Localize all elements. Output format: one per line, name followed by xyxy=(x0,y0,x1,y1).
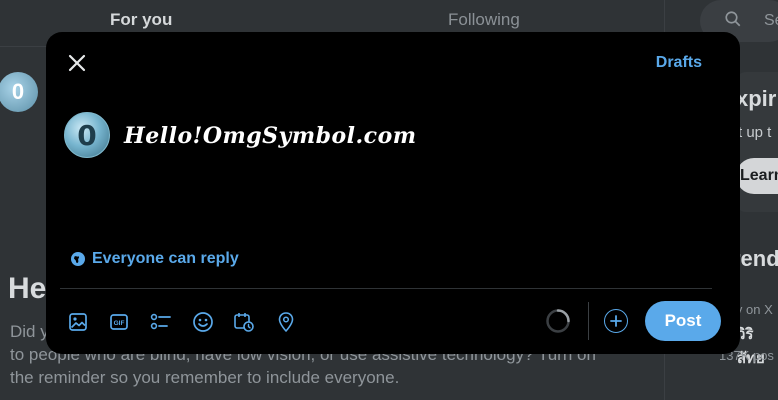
globe-icon xyxy=(71,252,85,266)
post-button[interactable]: Post xyxy=(645,301,721,341)
schedule-icon[interactable] xyxy=(233,311,255,333)
close-icon xyxy=(68,54,86,72)
search-placeholder: Se xyxy=(764,12,778,29)
emoji-icon[interactable] xyxy=(192,311,214,333)
reply-setting-label: Everyone can reply xyxy=(92,250,239,267)
search-icon xyxy=(724,10,742,33)
toolbar-separator xyxy=(588,302,589,340)
tab-for-you[interactable]: For you xyxy=(110,10,172,30)
location-icon[interactable] xyxy=(275,311,297,333)
compose-modal: Drafts 0 Hello!OmgSymbol.com Everyone ca… xyxy=(46,32,740,354)
drafts-button[interactable]: Drafts xyxy=(656,54,702,72)
learn-more-button[interactable]: Learn xyxy=(736,158,778,194)
premium-card: xpir t up t Learn xyxy=(736,72,778,212)
close-button[interactable] xyxy=(64,50,90,76)
reply-setting-button[interactable]: Everyone can reply xyxy=(70,250,239,268)
background-avatar: 0 xyxy=(0,72,38,112)
avatar[interactable]: 0 xyxy=(64,112,110,158)
premium-card-subtitle: t up t xyxy=(738,124,772,141)
poll-icon[interactable] xyxy=(150,311,172,333)
gif-icon[interactable]: GIF xyxy=(108,311,130,333)
character-count-ring xyxy=(545,308,571,334)
tab-following[interactable]: Following xyxy=(448,10,520,30)
plus-icon xyxy=(610,315,622,327)
compose-textarea[interactable]: Hello!OmgSymbol.com xyxy=(124,123,417,149)
image-icon[interactable] xyxy=(67,311,89,333)
svg-text:GIF: GIF xyxy=(114,320,125,327)
premium-card-title: xpir xyxy=(736,86,777,111)
background-heading: He xyxy=(8,272,47,305)
compose-divider xyxy=(60,288,712,289)
add-post-button[interactable] xyxy=(604,309,628,333)
